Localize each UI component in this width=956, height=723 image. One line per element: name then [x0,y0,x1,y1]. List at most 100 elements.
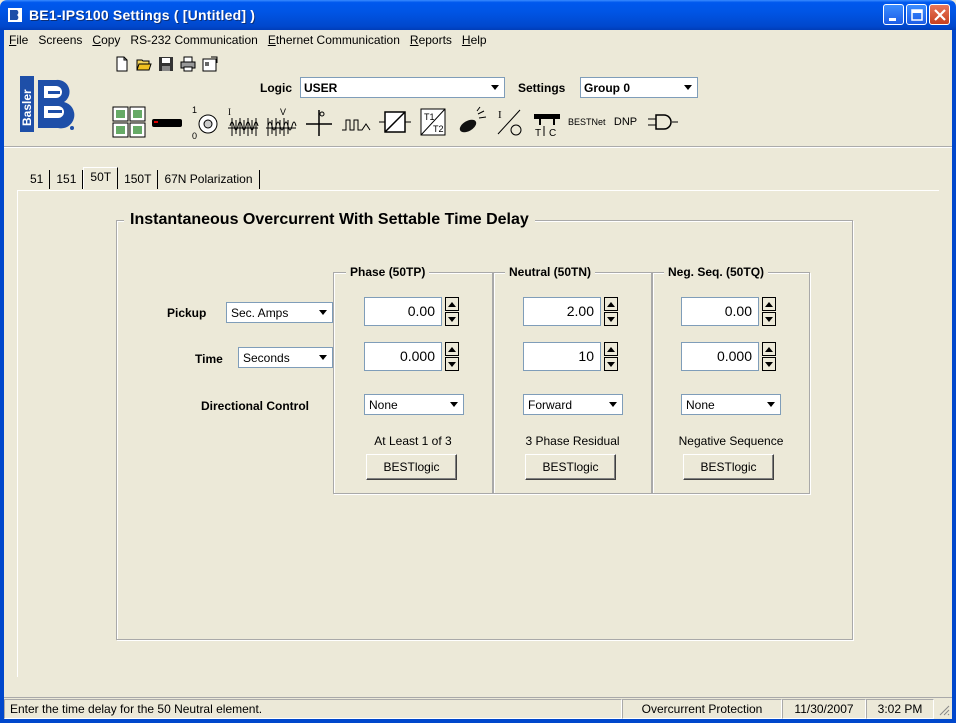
communications-button[interactable] [150,103,184,141]
neutral-directional-select[interactable]: Forward [523,394,623,415]
voltage-waveform-button[interactable]: V [264,103,298,141]
timers-button[interactable]: T1 T2 [416,103,450,141]
negseq-pickup-field[interactable]: 0.00 [681,297,759,326]
minimize-button[interactable] [883,4,904,25]
menu-reports[interactable]: Reports [405,33,457,47]
dnp-button[interactable]: DNP [610,103,642,141]
time-label: Time [195,352,223,366]
transformer-button[interactable]: TC [530,103,564,141]
properties-button[interactable] [200,54,220,74]
converter-button[interactable] [378,103,412,141]
open-file-button[interactable] [134,54,154,74]
bestnet-label: BESTNet [568,117,606,127]
chevron-down-icon[interactable] [604,396,621,413]
spin-down-icon[interactable] [445,357,459,371]
phase-time-spinner[interactable] [445,342,459,371]
protection-curve-button[interactable] [302,103,336,141]
chevron-down-icon[interactable] [679,79,696,96]
status-section: Overcurrent Protection [622,698,782,719]
tab-51[interactable]: 51 [24,170,51,189]
current-waveform-button[interactable]: I [226,103,260,141]
negseq-time-spinner[interactable] [762,342,776,371]
toolbar-area: Basler Logic USER Settings Group 0 1 0 I… [4,50,952,148]
phase-bestlogic-button[interactable]: BESTlogic [366,454,457,480]
neutral-time-spinner[interactable] [604,342,618,371]
negseq-time-field[interactable]: 0.000 [681,342,759,371]
time-unit-select[interactable]: Seconds [238,347,333,368]
tab-67n-polarization[interactable]: 67N Polarization [158,170,260,189]
menu-screens[interactable]: Screens [33,33,87,47]
pulse-waveform-icon [342,119,371,131]
bestnet-button[interactable]: BESTNet [568,103,606,141]
settings-select-value: Group 0 [584,80,631,95]
spin-down-icon[interactable] [445,312,459,326]
print-button[interactable] [178,54,198,74]
save-button[interactable] [156,54,176,74]
neutral-pickup-spinner[interactable] [604,297,618,326]
menu-ethernet[interactable]: Ethernet Communication [263,33,405,47]
neutral-pickup-field[interactable]: 2.00 [523,297,601,326]
current-switch-button[interactable]: I [492,103,526,141]
menu-ethernet-label: thernet Communication [275,33,400,47]
pulse-waveform-button[interactable] [340,103,374,141]
pickup-label: Pickup [167,306,207,320]
spin-down-icon[interactable] [762,312,776,326]
menu-copy[interactable]: Copy [87,33,125,47]
alarms-button[interactable] [454,103,488,141]
resize-grip-icon[interactable] [936,702,950,716]
breaker-monitoring-button[interactable]: 10 [188,103,222,141]
spin-down-icon[interactable] [762,357,776,371]
logic-select[interactable]: USER [300,77,505,98]
spin-up-icon[interactable] [604,297,618,311]
and-gate-icon [647,114,678,130]
close-button[interactable] [929,4,950,25]
logic-select-value: USER [304,80,338,95]
tab-50t[interactable]: 50T [83,167,119,189]
tab-151[interactable]: 151 [50,170,84,189]
phase-pickup-spinner[interactable] [445,297,459,326]
phase-directional-select[interactable]: None [364,394,464,415]
pickup-unit-select[interactable]: Sec. Amps [226,302,333,323]
spin-up-icon[interactable] [445,297,459,311]
new-file-button[interactable] [112,54,132,74]
chevron-down-icon[interactable] [314,304,331,321]
directional-control-label: Directional Control [201,399,310,413]
general-settings-button[interactable] [112,103,146,141]
chevron-down-icon[interactable] [314,349,331,366]
spin-up-icon[interactable] [762,297,776,311]
spin-up-icon[interactable] [604,342,618,356]
negseq-pickup-spinner[interactable] [762,297,776,326]
logic-gate-button[interactable] [646,103,680,141]
tab-150t[interactable]: 150T [118,170,159,189]
menu-reports-label: eports [418,33,452,47]
title-bar[interactable]: BE1-IPS100 Settings ( [Untitled] ) [0,0,956,30]
spin-down-icon[interactable] [604,357,618,371]
minimize-icon [889,18,896,21]
maximize-button[interactable] [906,4,927,25]
negseq-bestlogic-button[interactable]: BESTlogic [683,454,774,480]
chevron-down-icon[interactable] [486,79,503,96]
negseq-directional-select[interactable]: None [681,394,781,415]
svg-text:I: I [228,107,231,117]
grid-panels-icon [112,106,146,138]
phase-column-title: Phase (50TP) [346,265,430,279]
chevron-down-icon[interactable] [762,396,779,413]
menu-rs232[interactable]: RS-232 Communication [125,33,262,47]
negseq-column-title: Neg. Seq. (50TQ) [664,265,769,279]
spin-up-icon[interactable] [445,342,459,356]
spin-down-icon[interactable] [604,312,618,326]
neutral-bestlogic-button[interactable]: BESTlogic [525,454,616,480]
spin-up-icon[interactable] [762,342,776,356]
chevron-down-icon[interactable] [445,396,462,413]
phase-time-field[interactable]: 0.000 [364,342,442,371]
menu-help[interactable]: Help [457,33,492,47]
menu-file[interactable]: File [4,33,33,47]
phase-pickup-field[interactable]: 0.00 [364,297,442,326]
settings-group-select[interactable]: Group 0 [580,77,698,98]
neutral-time-field[interactable]: 10 [523,342,601,371]
current-waveform-icon: I [228,107,259,136]
window-title: BE1-IPS100 Settings ( [Untitled] ) [29,7,256,23]
menu-reports-accel: R [409,33,419,47]
voltage-waveform-icon: V [266,107,297,136]
menu-copy-accel: C [92,33,102,47]
